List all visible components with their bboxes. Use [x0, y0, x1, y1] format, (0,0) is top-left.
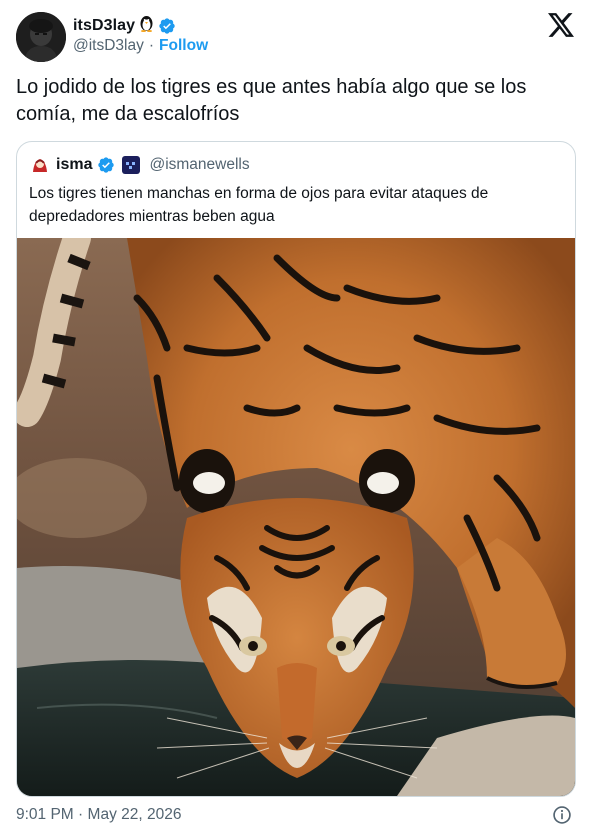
quoted-author-name[interactable]: isma — [56, 156, 92, 174]
author-handle-row: @itsD3lay · Follow — [73, 37, 208, 55]
quoted-tweet[interactable]: isma @ismanewells Los tigres tienen manc… — [16, 141, 576, 797]
tweet-card: itsD3lay @itsD3lay · Follow Lo jodido de… — [0, 0, 592, 834]
separator-dot: · — [148, 37, 155, 54]
post-date: May 22, 2026 — [87, 806, 182, 823]
author-name[interactable]: itsD3lay — [73, 17, 135, 35]
penguin-icon — [138, 14, 155, 37]
verified-badge-icon — [97, 156, 115, 174]
tiger-photo[interactable] — [17, 238, 575, 796]
post-time: 9:01 PM — [16, 806, 74, 823]
author-avatar[interactable] — [16, 12, 66, 62]
tweet-text: Lo jodido de los tigres es que antes hab… — [16, 76, 527, 125]
follow-button[interactable]: Follow — [159, 37, 208, 55]
quoted-author-handle[interactable]: @ismanewells — [149, 156, 249, 174]
quoted-text: Los tigres tienen manchas en forma de oj… — [29, 185, 489, 225]
quoted-header: isma @ismanewells — [29, 154, 250, 176]
avatar-photo — [16, 12, 66, 62]
x-logo-icon[interactable] — [548, 13, 574, 37]
tiger-drinking-illustration — [17, 238, 575, 796]
affiliate-badge-icon — [122, 156, 141, 174]
info-icon[interactable] — [552, 805, 572, 825]
separator-dot: · — [78, 806, 84, 823]
timestamp[interactable]: 9:01 PM · May 22, 2026 — [16, 806, 181, 824]
quoted-avatar[interactable] — [29, 154, 51, 176]
author-name-row: itsD3lay — [73, 14, 176, 37]
verified-badge-icon — [158, 17, 176, 35]
author-handle[interactable]: @itsD3lay — [73, 37, 144, 55]
